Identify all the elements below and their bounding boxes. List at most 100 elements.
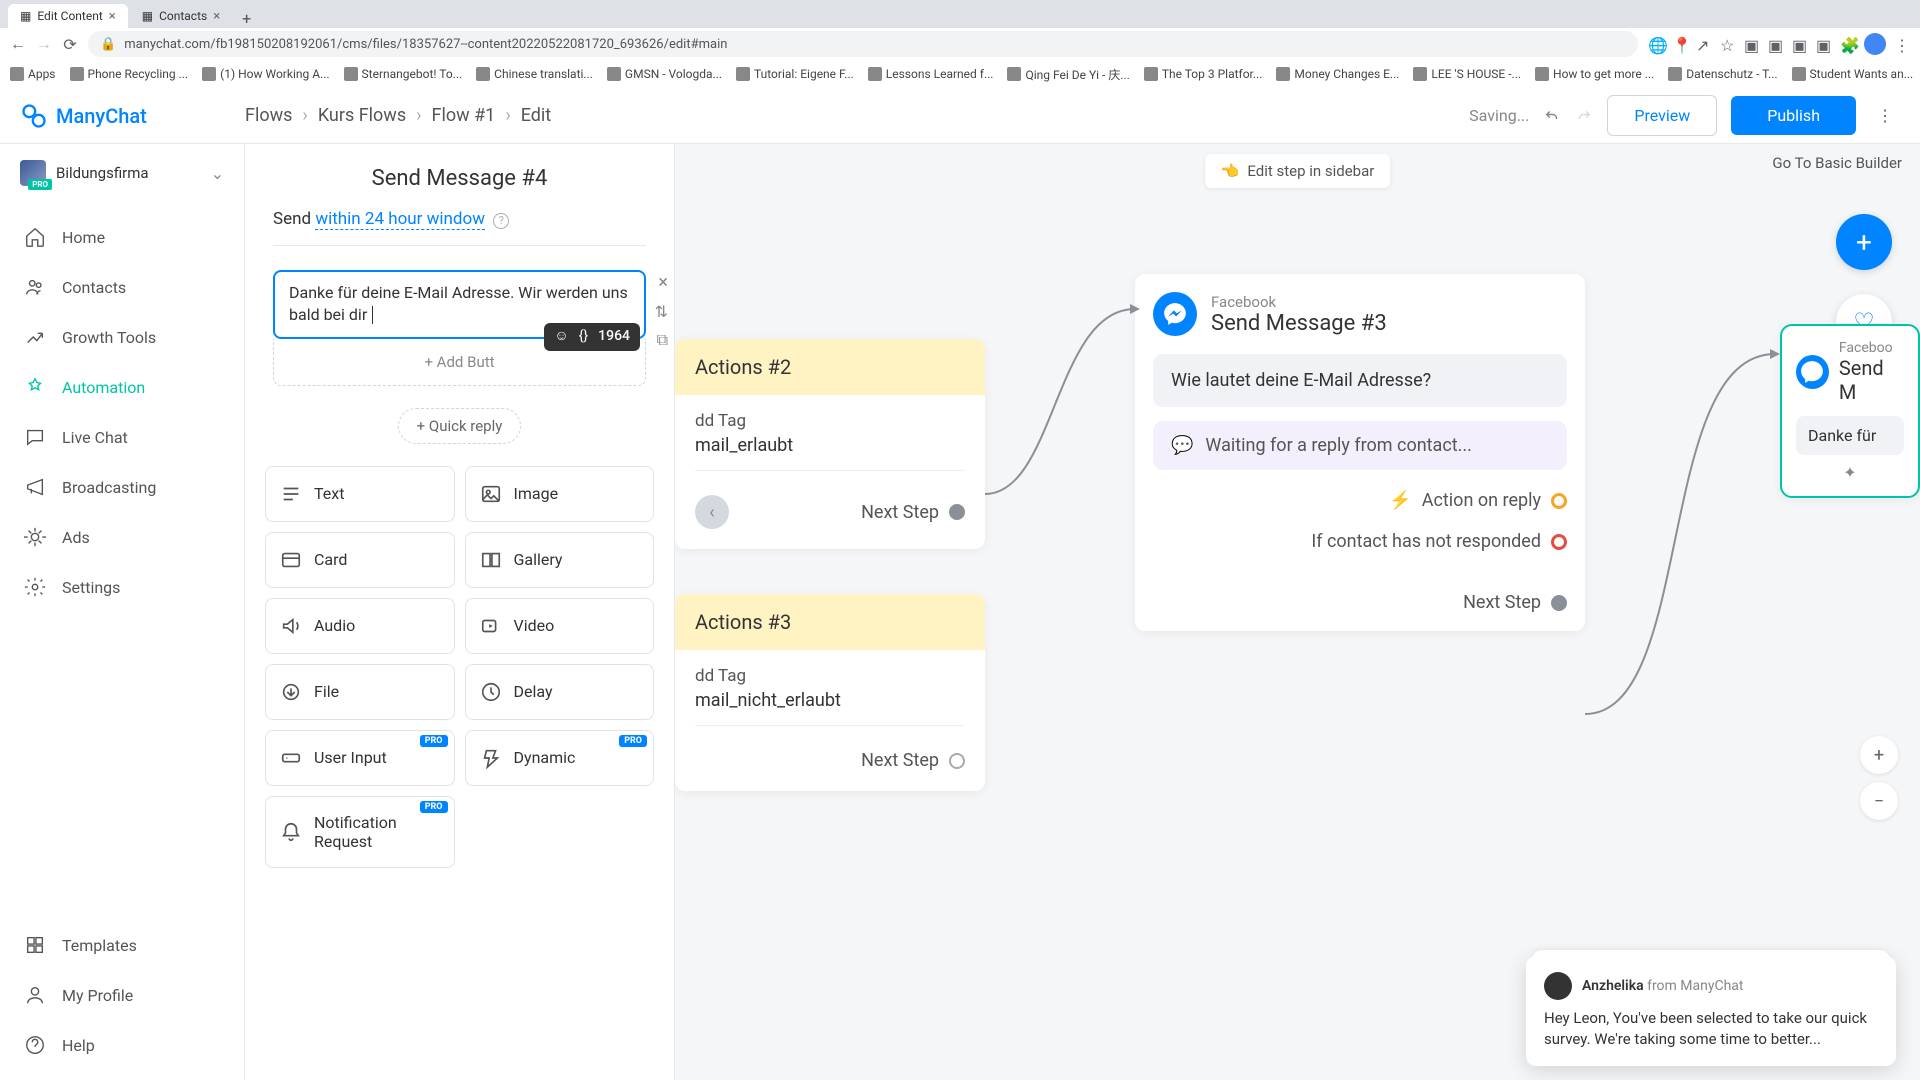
menu-icon[interactable]: ⋮ — [1894, 36, 1910, 52]
ext-icon[interactable]: ▣ — [1816, 36, 1832, 52]
sidebar-item-broadcasting[interactable]: Broadcasting — [0, 462, 244, 512]
bookmark-item[interactable]: (1) How Working A... — [202, 67, 329, 81]
info-icon[interactable]: ? — [493, 213, 509, 229]
actions-node-3[interactable]: Actions #3 dd Tag mail_nicht_erlaubt Nex… — [675, 594, 985, 791]
sidebar-item-my-profile[interactable]: My Profile — [0, 970, 244, 1020]
ext-icon[interactable]: ▣ — [1744, 36, 1760, 52]
back-icon[interactable]: ← — [10, 36, 26, 52]
bookmark-item[interactable]: Apps — [10, 67, 56, 81]
connector-port[interactable] — [1551, 534, 1567, 550]
close-icon[interactable]: × — [658, 272, 668, 293]
sidebar-item-templates[interactable]: Templates — [0, 920, 244, 970]
preview-button[interactable]: Preview — [1607, 95, 1717, 136]
bookmark-item[interactable]: Qing Fei De Yi - 庆... — [1007, 66, 1129, 83]
connector-port[interactable] — [949, 504, 965, 520]
location-icon[interactable]: 📍 — [1672, 36, 1688, 52]
content-type-dynamic[interactable]: DynamicPRO — [465, 730, 655, 786]
translate-icon[interactable]: 🌐 — [1648, 36, 1664, 52]
sidebar-item-settings[interactable]: Settings — [0, 562, 244, 612]
bookmark-item[interactable]: Chinese translati... — [476, 67, 593, 81]
reload-icon[interactable]: ⟳ — [62, 36, 78, 52]
browser-tab[interactable]: ▦ Edit Content × — [8, 4, 128, 28]
message-node-3[interactable]: Facebook Send Message #3 Wie lautet dein… — [1135, 274, 1585, 631]
url-input[interactable]: 🔒 manychat.com/fb198150208192061/cms/fil… — [88, 31, 1638, 57]
chat-popup[interactable]: Anzhelika from ManyChat Hey Leon, You've… — [1526, 956, 1896, 1066]
go-basic-link[interactable]: Go To Basic Builder — [1772, 154, 1902, 172]
connector-port[interactable] — [949, 753, 965, 769]
ext-icon[interactable]: ▣ — [1768, 36, 1784, 52]
bookmark-item[interactable]: Tutorial: Eigene F... — [736, 67, 854, 81]
content-type-label: Dynamic — [514, 748, 576, 767]
zoom-out-button[interactable]: − — [1860, 782, 1898, 820]
resize-icon[interactable]: ⇅ — [655, 302, 668, 321]
content-type-delay[interactable]: Delay — [465, 664, 655, 720]
bookmark-item[interactable]: Money Changes E... — [1276, 67, 1399, 81]
bookmark-item[interactable]: GMSN - Vologda... — [607, 67, 722, 81]
ext-icon[interactable]: ▣ — [1792, 36, 1808, 52]
sidebar-item-ads[interactable]: Ads — [0, 512, 244, 562]
send-info: Send within 24 hour window ? — [245, 209, 674, 245]
sidebar-item-contacts[interactable]: Contacts — [0, 262, 244, 312]
content-type-notif[interactable]: Notification RequestPRO — [265, 796, 455, 868]
emoji-icon[interactable]: ☺ — [554, 327, 568, 347]
back-icon[interactable]: ‹ — [695, 495, 729, 529]
bookmark-item[interactable]: Sternangebot! To... — [344, 67, 463, 81]
message-bubble: Danke für — [1796, 416, 1904, 455]
content-type-input[interactable]: User InputPRO — [265, 730, 455, 786]
bookmark-item[interactable]: Phone Recycling ... — [70, 67, 189, 81]
content-type-video[interactable]: Video — [465, 598, 655, 654]
star-icon[interactable]: ☆ — [1720, 36, 1736, 52]
content-type-text[interactable]: Text — [265, 466, 455, 522]
bookmark-item[interactable]: The Top 3 Platfor... — [1144, 67, 1263, 81]
bookmark-item[interactable]: How to get more ... — [1535, 67, 1654, 81]
quick-reply-button[interactable]: + Quick reply — [398, 408, 522, 444]
browser-tab[interactable]: ▦ Contacts × — [130, 4, 232, 28]
flow-canvas[interactable]: 👈 Edit step in sidebar Go To Basic Build… — [675, 144, 1920, 1080]
breadcrumb-item[interactable]: Edit — [521, 105, 551, 126]
add-step-fab[interactable]: + — [1836, 214, 1892, 270]
sidebar-item-help[interactable]: Help — [0, 1020, 244, 1070]
more-menu-icon[interactable]: ⋮ — [1870, 101, 1900, 131]
undo-icon[interactable] — [1543, 107, 1561, 125]
connector-port[interactable] — [1551, 493, 1567, 509]
logo[interactable]: ManyChat — [20, 102, 245, 130]
bookmark-item[interactable]: LEE 'S HOUSE -... — [1413, 67, 1521, 81]
forward-icon[interactable]: → — [36, 36, 52, 52]
edit-in-sidebar-toggle[interactable]: 👈 Edit step in sidebar — [1205, 154, 1391, 188]
redo-icon[interactable] — [1575, 107, 1593, 125]
bookmark-favicon — [1007, 67, 1021, 81]
content-type-audio[interactable]: Audio — [265, 598, 455, 654]
bookmark-favicon — [10, 67, 24, 81]
breadcrumb-item[interactable]: Flow #1 — [432, 105, 496, 126]
actions-node-2[interactable]: Actions #2 dd Tag mail_erlaubt ‹ Next St… — [675, 339, 985, 549]
close-icon[interactable]: × — [109, 9, 116, 24]
puzzle-icon[interactable]: 🧩 — [1840, 36, 1856, 52]
copy-icon[interactable]: ⧉ — [657, 330, 668, 350]
message-node-4[interactable]: Faceboo Send M Danke für ✦ — [1780, 324, 1920, 498]
connector-port[interactable] — [1551, 595, 1567, 611]
sidebar-item-growth-tools[interactable]: Growth Tools — [0, 312, 244, 362]
breadcrumb-item[interactable]: Kurs Flows — [318, 105, 406, 126]
bookmark-item[interactable]: Datenschutz - T... — [1668, 67, 1777, 81]
variable-icon[interactable]: {} — [579, 327, 588, 347]
content-type-gallery[interactable]: Gallery — [465, 532, 655, 588]
content-type-file[interactable]: File — [265, 664, 455, 720]
publish-button[interactable]: Publish — [1731, 96, 1856, 135]
share-icon[interactable]: ↗ — [1696, 36, 1712, 52]
breadcrumb-item[interactable]: Flows — [245, 105, 292, 126]
profile-avatar[interactable] — [1864, 33, 1886, 55]
message-textarea[interactable]: Danke für deine E-Mail Adresse. Wir werd… — [273, 270, 646, 339]
send-window-link[interactable]: within 24 hour window — [315, 209, 485, 230]
sidebar-item-live-chat[interactable]: Live Chat — [0, 412, 244, 462]
content-type-image[interactable]: Image — [465, 466, 655, 522]
bookmark-item[interactable]: Student Wants an... — [1792, 67, 1914, 81]
close-icon[interactable]: × — [213, 9, 220, 24]
account-switcher[interactable]: PRO Bildungsfirma ⌄ — [0, 144, 244, 202]
bookmark-item[interactable]: Lessons Learned f... — [868, 67, 994, 81]
sidebar-item-automation[interactable]: Automation — [0, 362, 244, 412]
content-type-card[interactable]: Card — [265, 532, 455, 588]
zoom-in-button[interactable]: + — [1860, 736, 1898, 774]
sidebar-item-home[interactable]: Home — [0, 212, 244, 262]
new-tab-button[interactable]: + — [234, 9, 259, 28]
tab-bar: ▦ Edit Content × ▦ Contacts × + — [0, 0, 1920, 28]
